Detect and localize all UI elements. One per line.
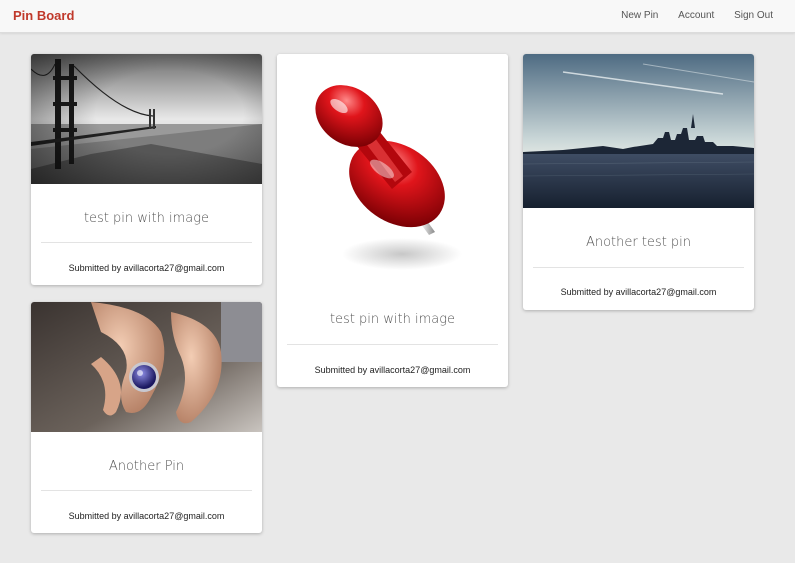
pin-card[interactable]: test pin with image Submitted by avillac… [31, 54, 262, 285]
sign-out-link[interactable]: Sign Out [734, 10, 773, 21]
pin-submitted-by: Submitted by avillacorta27@gmail.com [68, 263, 225, 273]
pin-card[interactable]: Another test pin Submitted by avillacort… [523, 54, 754, 310]
brand-link[interactable]: Pin Board [13, 8, 74, 23]
account-link[interactable]: Account [678, 10, 714, 21]
divider [287, 344, 498, 345]
pin-image-skyline[interactable] [523, 54, 754, 208]
pin-title[interactable]: test pin with image [31, 211, 262, 226]
pin-image-ring[interactable] [31, 302, 262, 432]
pin-image-bridge[interactable] [31, 54, 262, 184]
new-pin-link[interactable]: New Pin [621, 10, 658, 21]
pin-card[interactable]: Another Pin Submitted by avillacorta27@g… [31, 302, 262, 533]
pin-title[interactable]: Another Pin [31, 459, 262, 474]
pin-image-pushpin[interactable] [277, 54, 508, 284]
nav-links: New Pin Account Sign Out [604, 10, 773, 21]
pin-title[interactable]: test pin with image [277, 312, 508, 327]
top-navbar: Pin Board New Pin Account Sign Out [0, 0, 795, 33]
pin-title[interactable]: Another test pin [523, 235, 754, 250]
divider [533, 267, 744, 268]
pin-submitted-by: Submitted by avillacorta27@gmail.com [68, 511, 225, 521]
pin-submitted-by: Submitted by avillacorta27@gmail.com [560, 287, 717, 297]
pin-card[interactable]: test pin with image Submitted by avillac… [277, 54, 508, 387]
divider [41, 242, 252, 243]
pin-submitted-by: Submitted by avillacorta27@gmail.com [314, 365, 471, 375]
divider [41, 490, 252, 491]
